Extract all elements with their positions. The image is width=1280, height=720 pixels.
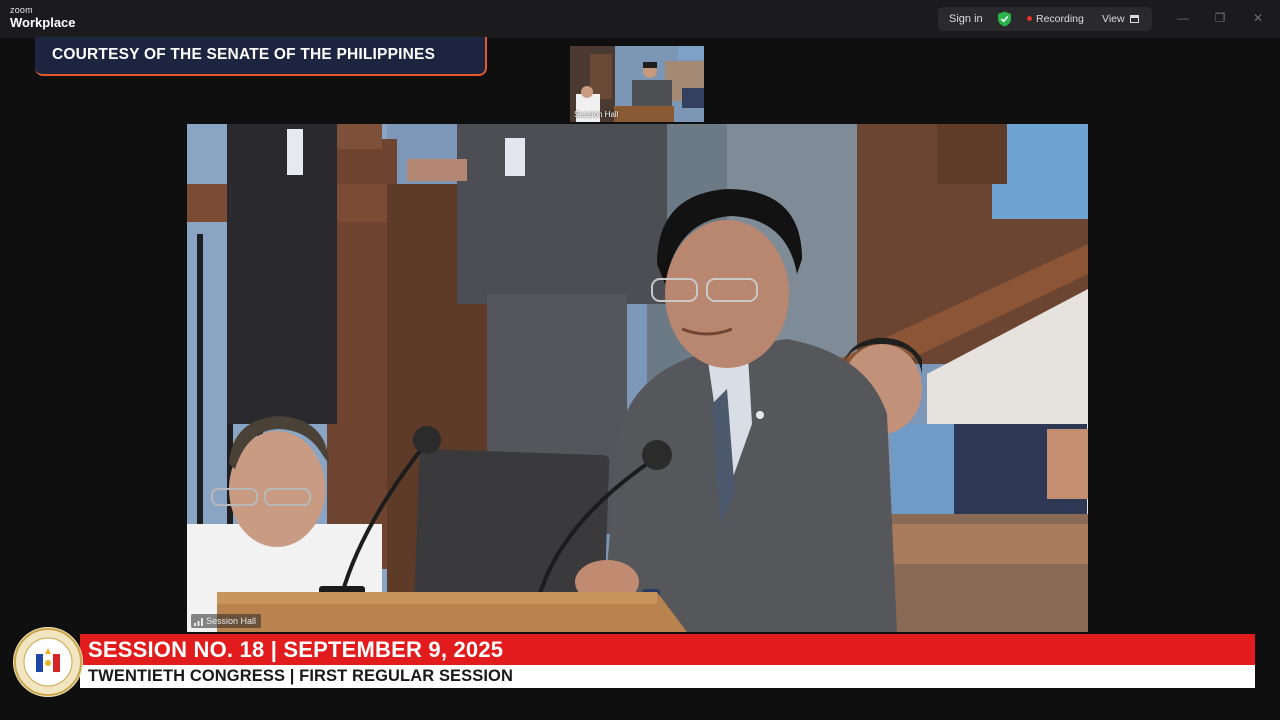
thumbnail-label: Session Hall xyxy=(574,110,619,119)
close-button[interactable]: ✕ xyxy=(1251,11,1265,25)
session-subtitle: TWENTIETH CONGRESS | FIRST REGULAR SESSI… xyxy=(88,667,514,685)
main-video-feed[interactable]: Session Hall xyxy=(187,124,1088,632)
session-hall-scene xyxy=(187,124,1088,632)
video-label-text: Session Hall xyxy=(206,616,257,626)
lower-third-subtitle-bar: TWENTIETH CONGRESS | FIRST REGULAR SESSI… xyxy=(80,665,1255,688)
brand-workplace-text: Workplace xyxy=(10,15,76,30)
status-group: Sign in Recording View xyxy=(938,7,1152,31)
view-grid-icon[interactable] xyxy=(1130,15,1139,23)
video-participant-label: Session Hall xyxy=(191,614,262,628)
courtesy-banner: COURTESY OF THE SENATE OF THE PHILIPPINE… xyxy=(35,37,487,76)
zoom-titlebar: zoom Workplace Sign in Recording View — … xyxy=(0,0,1280,38)
session-title: SESSION NO. 18 | SEPTEMBER 9, 2025 xyxy=(88,637,504,662)
courtesy-text: COURTESY OF THE SENATE OF THE PHILIPPINE… xyxy=(52,46,436,63)
minimize-button[interactable]: — xyxy=(1176,11,1190,25)
sign-in-button[interactable]: Sign in xyxy=(949,13,983,25)
signal-bars-icon xyxy=(194,617,203,626)
recording-dot-icon xyxy=(1027,16,1032,21)
restore-button[interactable]: ❐ xyxy=(1213,11,1227,25)
recording-indicator[interactable]: Recording xyxy=(1036,13,1084,25)
zoom-brand: zoom Workplace xyxy=(10,5,76,30)
lower-third-title-bar: SESSION NO. 18 | SEPTEMBER 9, 2025 xyxy=(80,634,1255,665)
brand-zoom-text: zoom xyxy=(10,5,33,15)
shield-check-icon[interactable] xyxy=(997,11,1012,27)
senate-seal-icon xyxy=(13,627,83,697)
view-button[interactable]: View xyxy=(1102,13,1125,25)
self-view-thumbnail[interactable]: Session Hall xyxy=(570,46,704,122)
